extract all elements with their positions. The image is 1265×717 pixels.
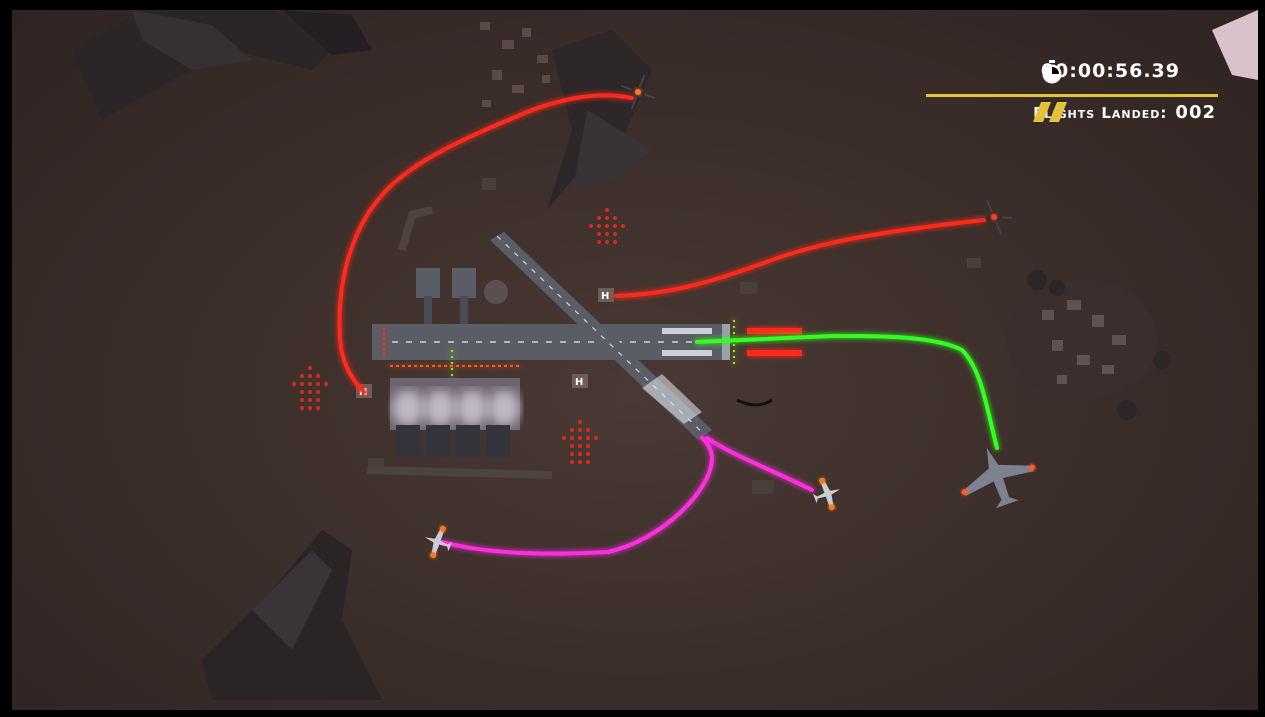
- hud-divider: [926, 94, 1218, 97]
- hangars: [390, 268, 520, 457]
- game-frame: H H H 00:00:56.39 Flights Landed: 002: [0, 0, 1265, 717]
- runway-stripes-icon: [1033, 102, 1068, 122]
- flights-landed-count: 002: [1175, 102, 1216, 123]
- route-prop-west[interactable]: [440, 436, 715, 556]
- route-jet[interactable]: [695, 333, 999, 450]
- village-north: [480, 22, 550, 107]
- timer: 00:00:56.39: [1041, 60, 1180, 84]
- prop-plane-east[interactable]: [809, 473, 846, 514]
- runway-main: [372, 324, 730, 360]
- village-east: [1007, 270, 1171, 420]
- game-scene[interactable]: H H H 00:00:56.39 Flights Landed: 002: [12, 10, 1258, 710]
- helipad-north[interactable]: H: [598, 288, 614, 302]
- helicopter-east[interactable]: [973, 196, 1015, 238]
- svg-text:H: H: [575, 377, 583, 388]
- hud-panel: 00:00:56.39 Flights Landed: 002: [926, 52, 1228, 123]
- helipad-center[interactable]: H: [572, 374, 588, 388]
- prop-plane-west[interactable]: [419, 521, 456, 562]
- svg-text:H: H: [601, 291, 609, 302]
- stopwatch-icon: [1042, 60, 1062, 84]
- route-helicopter-east[interactable]: [614, 218, 986, 298]
- flights-landed: Flights Landed: 002: [1033, 102, 1216, 123]
